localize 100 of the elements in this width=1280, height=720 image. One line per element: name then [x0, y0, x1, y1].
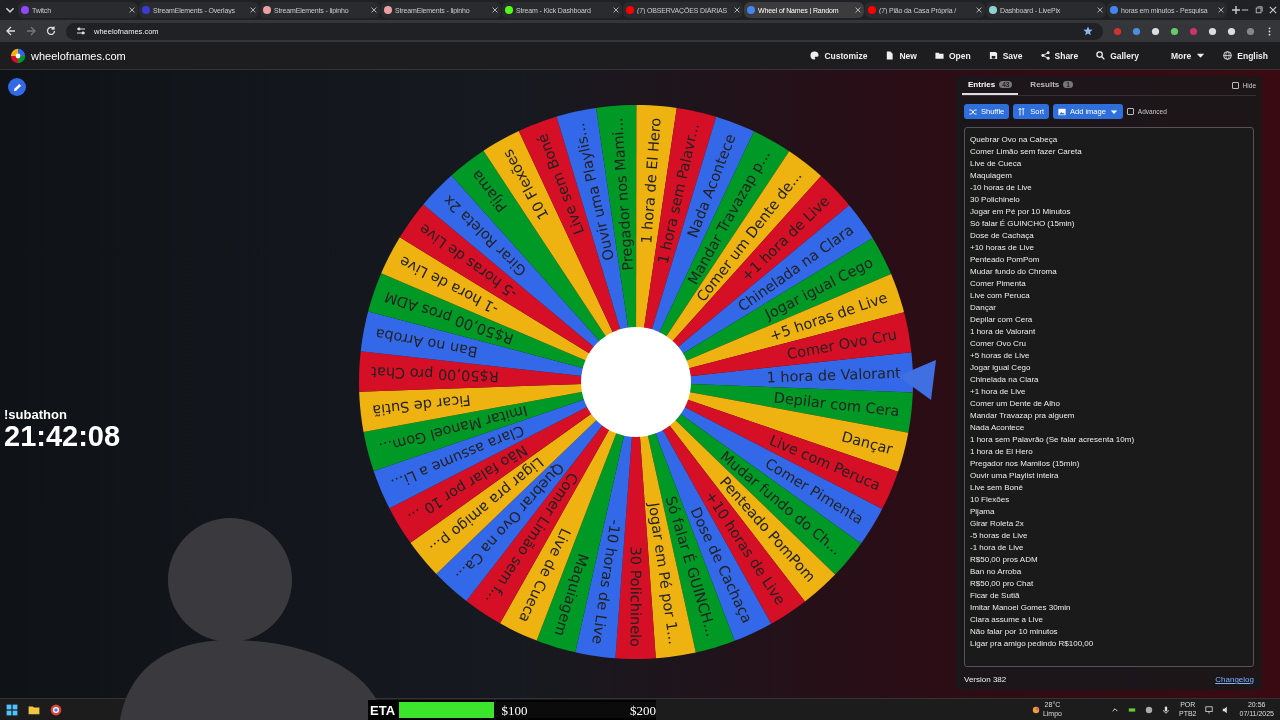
menu-button[interactable]: Save — [986, 48, 1025, 63]
menu-button[interactable]: Gallery — [1094, 48, 1141, 63]
menu-button[interactable]: English — [1221, 48, 1270, 63]
file-icon — [885, 51, 895, 60]
close-icon[interactable] — [976, 7, 982, 13]
wheel-label: -10 horas de Live — [589, 518, 624, 646]
shuffle-icon — [969, 107, 977, 116]
entry-line: Ban no Arroba — [970, 566, 1023, 578]
close-icon[interactable] — [129, 7, 135, 13]
close-icon[interactable] — [855, 7, 861, 13]
entry-line: Dançar — [970, 302, 997, 314]
network-icon[interactable] — [1205, 705, 1214, 714]
close-icon[interactable] — [492, 7, 498, 13]
wheel-label: 30 Polichinelo — [627, 546, 644, 647]
chevron-up-icon[interactable] — [1110, 705, 1119, 714]
entry-line: Mudar fundo do Chroma — [970, 266, 1058, 278]
menu-button[interactable]: Customize — [808, 48, 870, 63]
star-icon[interactable] — [1083, 26, 1093, 36]
entry-line: Ficar de Sutiã — [970, 590, 1021, 602]
folder-icon — [934, 51, 944, 60]
goal-amount: $200 — [630, 703, 656, 719]
changelog-link[interactable]: Changelog — [1215, 675, 1254, 684]
entry-line: Dose de Cachaça — [970, 230, 1035, 242]
entry-line: Penteado PomPom — [970, 254, 1041, 266]
entry-line: Não falar por 10 minutos — [970, 626, 1059, 638]
windows-icon[interactable] — [6, 703, 18, 716]
entry-line: Live sem Boné — [970, 482, 1024, 494]
restore-icon[interactable] — [1255, 6, 1263, 14]
entry-line: Maquiagem — [970, 170, 1013, 182]
wheel-label: 1 hora de El Hero — [638, 117, 664, 245]
checkbox[interactable] — [1231, 82, 1239, 89]
close-icon[interactable] — [1218, 7, 1224, 13]
wheel-center[interactable] — [581, 327, 691, 437]
wheel-drawing[interactable] — [359, 105, 913, 659]
menu-button[interactable]: New — [883, 48, 919, 63]
microphone-icon[interactable] — [1161, 705, 1170, 714]
close-icon[interactable] — [613, 7, 619, 13]
back-icon[interactable] — [6, 26, 16, 36]
goal-label: ETA — [370, 702, 396, 718]
entry-line: -10 horas de Live — [970, 182, 1033, 194]
close-icon[interactable] — [371, 7, 377, 13]
wheel-label: Dançar — [839, 428, 895, 458]
edit-button[interactable] — [8, 78, 26, 96]
entry-line: Live com Peruca — [970, 290, 1031, 302]
entry-line: Pregador nos Mamilos (15min) — [970, 458, 1081, 470]
browser-icon[interactable] — [50, 703, 62, 716]
menu-button[interactable]: Open — [932, 48, 973, 63]
menu-button[interactable]: More — [1169, 48, 1208, 63]
pencil-icon — [12, 82, 22, 92]
checkbox[interactable] — [1126, 108, 1134, 115]
wheel-label: Depilar com Cera — [773, 389, 901, 420]
entry-line: -1 hora de Live — [970, 542, 1025, 554]
caret-icon — [1196, 51, 1206, 60]
reload-icon[interactable] — [46, 26, 56, 36]
entry-line: Girar Roleta 2x — [970, 518, 1025, 530]
entry-line: Quebrar Ovo na Cabeça — [970, 134, 1059, 146]
forward-icon[interactable] — [26, 26, 36, 36]
entry-line: R$50,00 pro Chat — [970, 578, 1035, 590]
share-icon — [1040, 51, 1050, 60]
entry-line: Clara assume a Live — [970, 614, 1044, 626]
wheel-label: R$50,00 pro Chat — [370, 363, 500, 385]
image-icon — [1058, 107, 1066, 116]
countdown-timer: 21:42:08 — [4, 422, 121, 450]
plus-icon[interactable] — [1231, 5, 1241, 15]
sliders-icon — [76, 26, 86, 36]
entry-line: 1 hora de El Hero — [970, 446, 1034, 458]
version-text: Version 382 — [964, 675, 1007, 684]
entry-line: Imitar Manoel Gomes 30min — [970, 602, 1072, 614]
weather-icon[interactable] — [1031, 705, 1040, 714]
menu-button[interactable]: Share — [1038, 48, 1081, 63]
entry-line: Pijama — [970, 506, 996, 518]
entry-line: Depilar com Cera — [970, 314, 1034, 326]
entry-line: 10 Flexões — [970, 494, 1011, 506]
close-icon[interactable] — [1097, 7, 1103, 13]
entry-line: Jogar em Pé por 10 Minutos — [970, 206, 1072, 218]
entry-line: Ouvir uma Playlist inteira — [970, 470, 1060, 482]
folder-icon[interactable] — [28, 703, 40, 716]
site-name[interactable]: wheelofnames.com — [31, 49, 126, 62]
entry-line: Ligar pra amigo pedindo R$100,00 — [970, 638, 1095, 650]
entry-line: Comer Limão sem fazer Careta — [970, 146, 1083, 158]
entry-line: Chinelada na Clara — [970, 374, 1040, 386]
entry-line: 1 hora de Valorant — [970, 326, 1037, 338]
entry-line: 30 Polichinelo — [970, 194, 1021, 206]
entry-line: Comer Ovo Cru — [970, 338, 1027, 350]
entry-line: Nada Acontece — [970, 422, 1026, 434]
entry-line: 1 hora sem Palavrão (Se falar acresenta 10m) — [970, 434, 1136, 446]
goal-amount: $100 — [501, 703, 528, 719]
close-icon[interactable] — [1269, 6, 1277, 14]
entry-line: -5 horas de Live — [970, 530, 1029, 542]
close-icon[interactable] — [734, 7, 740, 13]
entries-textarea[interactable] — [964, 127, 1254, 667]
close-icon[interactable] — [250, 7, 256, 13]
palette-icon — [810, 51, 820, 60]
overlay-title: !subathon — [4, 407, 68, 422]
search-icon — [1096, 51, 1106, 60]
minimize-icon[interactable] — [1241, 6, 1249, 14]
logo-icon[interactable] — [10, 47, 26, 64]
sort-icon — [1018, 107, 1027, 116]
entry-line: Comer um Dente de Alho — [970, 398, 1061, 410]
entry-line: Live de Cueca — [970, 158, 1023, 170]
